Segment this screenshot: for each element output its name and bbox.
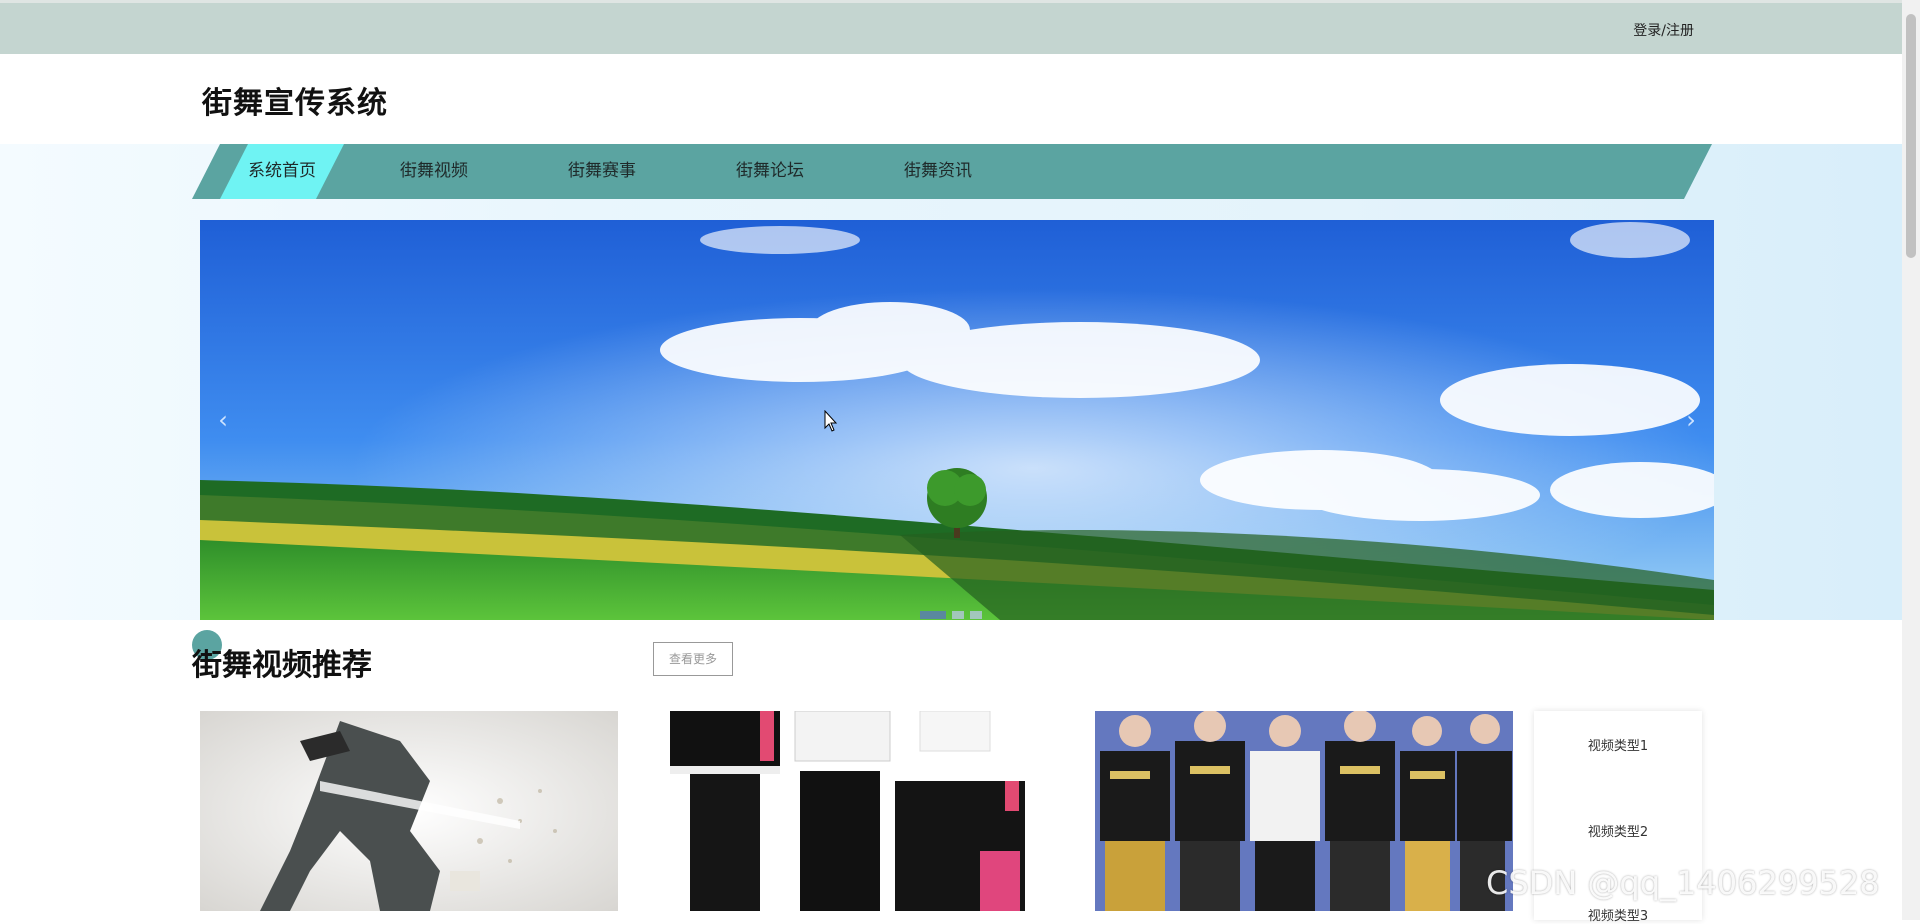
nav-item-news[interactable]: 街舞资讯: [888, 144, 988, 199]
page-scrollbar[interactable]: [1902, 0, 1920, 920]
nav-item-home[interactable]: 系统首页: [220, 144, 344, 199]
video-type-item[interactable]: 视频类型3: [1534, 905, 1702, 924]
video-thumbnail: [200, 711, 618, 911]
video-thumbnail: [1095, 711, 1513, 911]
video-section-header: 街舞视频推荐 查看更多: [192, 630, 752, 700]
banner-image: [200, 220, 1714, 620]
nav-item-videos[interactable]: 街舞视频: [384, 144, 484, 199]
banner-carousel[interactable]: ‹ ›: [200, 220, 1714, 620]
nav-item-events[interactable]: 街舞赛事: [552, 144, 652, 199]
mouse-cursor-icon: [824, 410, 838, 432]
video-thumbnail: [650, 711, 1068, 911]
carousel-dot[interactable]: [970, 611, 982, 619]
site-title: 街舞宣传系统: [202, 86, 388, 121]
carousel-dot[interactable]: [920, 611, 946, 619]
carousel-dot[interactable]: [952, 611, 964, 619]
carousel-indicators: [920, 604, 988, 619]
video-card[interactable]: [650, 711, 1068, 911]
view-more-button[interactable]: 查看更多: [653, 642, 733, 676]
main-nav: 系统首页 街舞视频 街舞赛事 街舞论坛 街舞资讯: [192, 144, 1712, 199]
section-title: 街舞视频推荐: [192, 648, 372, 683]
video-card[interactable]: [1095, 711, 1513, 911]
top-bar: 登录/注册: [0, 0, 1902, 54]
scrollbar-thumb[interactable]: [1906, 14, 1916, 258]
watermark: CSDN @qq_1406299528: [1486, 864, 1880, 902]
chevron-right-icon: ›: [1686, 406, 1696, 434]
chevron-left-icon: ‹: [218, 406, 228, 434]
carousel-prev-button[interactable]: ‹: [208, 400, 238, 440]
nav-item-forum[interactable]: 街舞论坛: [720, 144, 820, 199]
login-register-link[interactable]: 登录/注册: [1633, 20, 1694, 40]
brand-header: 街舞宣传系统: [0, 54, 1902, 144]
video-type-item[interactable]: 视频类型1: [1534, 735, 1702, 754]
video-type-item[interactable]: 视频类型2: [1534, 821, 1702, 840]
carousel-next-button[interactable]: ›: [1676, 400, 1706, 440]
video-card[interactable]: [200, 711, 618, 911]
